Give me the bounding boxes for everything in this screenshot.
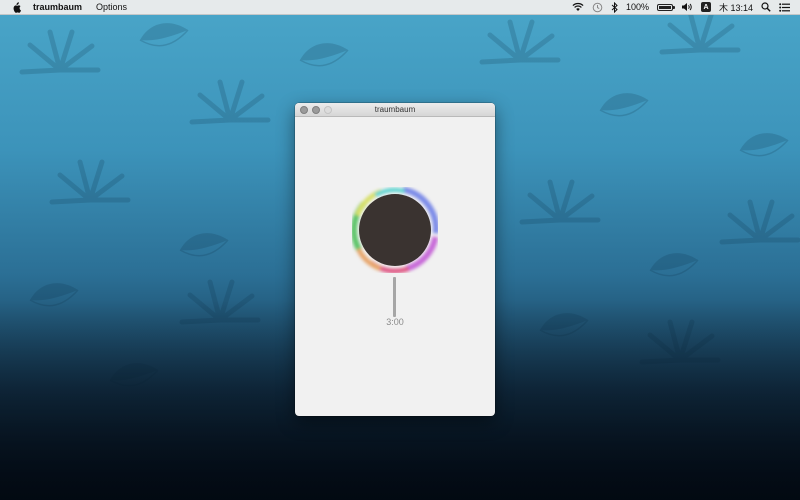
menu-bar: traumbaum Options 100% A 木 13:14 [0, 0, 800, 15]
apple-logo-icon[interactable] [12, 1, 21, 13]
window-titlebar[interactable]: traumbaum [295, 103, 495, 117]
menu-clock[interactable]: 木 13:14 [719, 1, 753, 14]
notification-center-icon[interactable] [779, 1, 790, 13]
close-button[interactable] [300, 105, 308, 114]
input-source-icon[interactable]: A [700, 2, 711, 12]
window-controls [295, 105, 332, 114]
minimize-button[interactable] [312, 105, 320, 114]
time-machine-icon[interactable] [592, 1, 603, 13]
timer-dial-face [359, 194, 431, 266]
desktop: traumbaum Options 100% A 木 13:14 traumba… [0, 0, 800, 500]
window-content: 3:00 [295, 117, 495, 416]
wifi-icon[interactable] [572, 1, 584, 13]
battery-percent: 100% [625, 2, 649, 12]
timer-dial[interactable] [352, 187, 438, 273]
app-window: traumbaum 3:00 [295, 103, 495, 416]
bluetooth-icon[interactable] [611, 1, 618, 13]
spotlight-search-icon[interactable] [761, 1, 771, 13]
battery-icon[interactable] [656, 3, 675, 11]
app-menu-name[interactable]: traumbaum [33, 2, 82, 12]
zoom-button [324, 105, 332, 114]
menu-options[interactable]: Options [96, 2, 127, 12]
volume-icon[interactable] [681, 1, 693, 13]
timer-label: 3:00 [386, 317, 404, 327]
timer-needle[interactable] [393, 277, 396, 317]
